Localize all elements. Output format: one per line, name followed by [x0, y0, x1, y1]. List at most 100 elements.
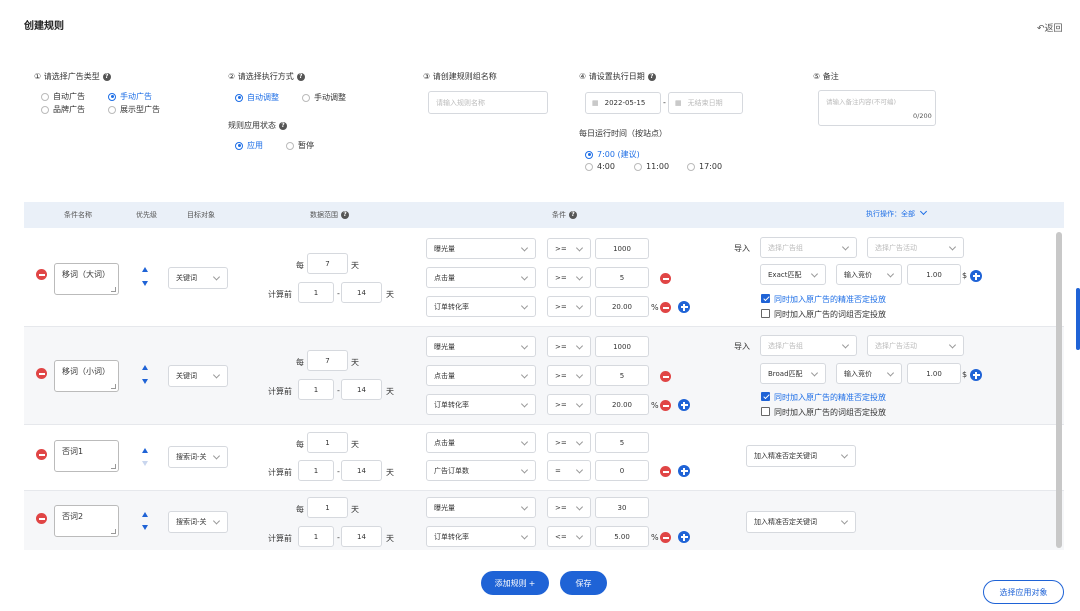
priority-up-button[interactable]	[142, 365, 148, 370]
exec-manual[interactable]: 手动调整	[302, 92, 346, 103]
value-input[interactable]: 20.00	[595, 394, 649, 415]
range-to-input[interactable]: 14	[341, 526, 382, 547]
metric-select[interactable]: 广告订单数	[426, 460, 536, 481]
range-from-input[interactable]: 1	[298, 282, 334, 303]
add-condition-button[interactable]	[678, 399, 690, 411]
operator-select[interactable]: >=	[547, 394, 591, 415]
remove-condition-button[interactable]	[660, 371, 671, 382]
operator-select[interactable]: <=	[547, 526, 591, 547]
action-select[interactable]: 加入精准否定关键词	[746, 511, 856, 533]
remove-condition-button[interactable]	[660, 532, 671, 543]
campaign-select[interactable]: 选择广告活动	[867, 237, 964, 258]
add-condition-button[interactable]	[678, 465, 690, 477]
bid-input[interactable]: 1.00	[907, 264, 961, 285]
priority-up-button[interactable]	[142, 512, 148, 517]
priority-up-button[interactable]	[142, 448, 148, 453]
remark-textarea[interactable]: 请输入备注内容(不可编)	[818, 90, 936, 126]
metric-select[interactable]: 点击量	[426, 267, 536, 288]
bid-mode-select[interactable]: 输入竞价	[836, 363, 902, 384]
metric-select[interactable]: 订单转化率	[426, 394, 536, 415]
range-from-input[interactable]: 1	[298, 526, 334, 547]
save-button[interactable]: 保存	[560, 571, 607, 595]
value-input[interactable]: 1000	[595, 336, 649, 357]
exact-negative-checkbox[interactable]	[761, 294, 770, 303]
every-input[interactable]: 1	[307, 497, 348, 518]
add-rule-button[interactable]: 添加规则 +	[481, 571, 549, 595]
condition-name-input[interactable]: 移词（小词）	[54, 360, 119, 392]
ad-type-brand[interactable]: 品牌广告	[41, 104, 85, 115]
metric-select[interactable]: 曝光量	[426, 497, 536, 518]
operator-select[interactable]: >=	[547, 267, 591, 288]
every-input[interactable]: 7	[307, 253, 348, 274]
operator-select[interactable]: >=	[547, 365, 591, 386]
condition-name-input[interactable]: 否词2	[54, 505, 119, 537]
operator-select[interactable]: >=	[547, 497, 591, 518]
priority-down-button[interactable]	[142, 525, 148, 530]
condition-name-input[interactable]: 否词1	[54, 440, 119, 472]
target-select[interactable]: 关键词	[168, 267, 228, 289]
metric-select[interactable]: 曝光量	[426, 238, 536, 259]
value-input[interactable]: 5	[595, 432, 649, 453]
match-type-select[interactable]: Exact匹配	[760, 264, 826, 285]
condition-name-input[interactable]: 移词（大词）	[54, 263, 119, 295]
range-to-input[interactable]: 14	[341, 379, 382, 400]
range-from-input[interactable]: 1	[298, 460, 334, 481]
back-link[interactable]: ↶返回	[1037, 21, 1063, 34]
every-input[interactable]: 7	[307, 350, 348, 371]
remove-row-button[interactable]	[36, 449, 47, 460]
value-input[interactable]: 5	[595, 267, 649, 288]
action-select[interactable]: 加入精准否定关键词	[746, 445, 856, 467]
value-input[interactable]: 5	[595, 365, 649, 386]
priority-down-button[interactable]	[142, 461, 148, 466]
add-condition-button[interactable]	[678, 531, 690, 543]
operator-select[interactable]: >=	[547, 238, 591, 259]
operator-select[interactable]: =	[547, 460, 591, 481]
adgroup-select[interactable]: 选择广告组	[760, 335, 857, 356]
every-input[interactable]: 1	[307, 432, 348, 453]
value-input[interactable]: 30	[595, 497, 649, 518]
value-input[interactable]: 5.00	[595, 526, 649, 547]
exact-negative-checkbox[interactable]	[761, 392, 770, 401]
side-scroll-indicator[interactable]	[1076, 288, 1080, 350]
operator-select[interactable]: >=	[547, 432, 591, 453]
phrase-negative-checkbox[interactable]	[761, 407, 770, 416]
value-input[interactable]: 1000	[595, 238, 649, 259]
adgroup-select[interactable]: 选择广告组	[760, 237, 857, 258]
exec-auto[interactable]: 自动调整	[235, 92, 279, 103]
operator-select[interactable]: >=	[547, 296, 591, 317]
remove-condition-button[interactable]	[660, 273, 671, 284]
priority-down-button[interactable]	[142, 379, 148, 384]
target-select[interactable]: 搜索词-关	[168, 446, 228, 468]
metric-select[interactable]: 订单转化率	[426, 526, 536, 547]
target-select[interactable]: 关键词	[168, 365, 228, 387]
time-17[interactable]: 17:00	[687, 162, 722, 171]
operator-select[interactable]: >=	[547, 336, 591, 357]
status-pause[interactable]: 暂停	[286, 140, 314, 151]
value-input[interactable]: 0	[595, 460, 649, 481]
time-7[interactable]: 7:00 (建议)	[585, 149, 640, 160]
remove-row-button[interactable]	[36, 368, 47, 379]
metric-select[interactable]: 点击量	[426, 432, 536, 453]
time-4[interactable]: 4:00	[585, 162, 615, 171]
metric-select[interactable]: 订单转化率	[426, 296, 536, 317]
range-from-input[interactable]: 1	[298, 379, 334, 400]
ad-type-auto[interactable]: 自动广告	[41, 91, 85, 102]
start-date-input[interactable]: ▦ 2022-05-15	[585, 92, 661, 114]
table-scrollbar[interactable]	[1056, 232, 1062, 548]
range-to-input[interactable]: 14	[341, 282, 382, 303]
remove-row-button[interactable]	[36, 513, 47, 524]
metric-select[interactable]: 曝光量	[426, 336, 536, 357]
add-action-button[interactable]	[970, 369, 982, 381]
metric-select[interactable]: 点击量	[426, 365, 536, 386]
target-select[interactable]: 搜索词-关	[168, 511, 228, 533]
remove-condition-button[interactable]	[660, 400, 671, 411]
match-type-select[interactable]: Broad匹配	[760, 363, 826, 384]
add-action-button[interactable]	[970, 270, 982, 282]
col-action[interactable]: 执行操作：全部	[866, 207, 928, 219]
bid-input[interactable]: 1.00	[907, 363, 961, 384]
range-to-input[interactable]: 14	[341, 460, 382, 481]
ad-type-display[interactable]: 展示型广告	[108, 104, 160, 115]
priority-down-button[interactable]	[142, 281, 148, 286]
end-date-input[interactable]: ▦ 无结束日期	[668, 92, 743, 114]
add-condition-button[interactable]	[678, 301, 690, 313]
